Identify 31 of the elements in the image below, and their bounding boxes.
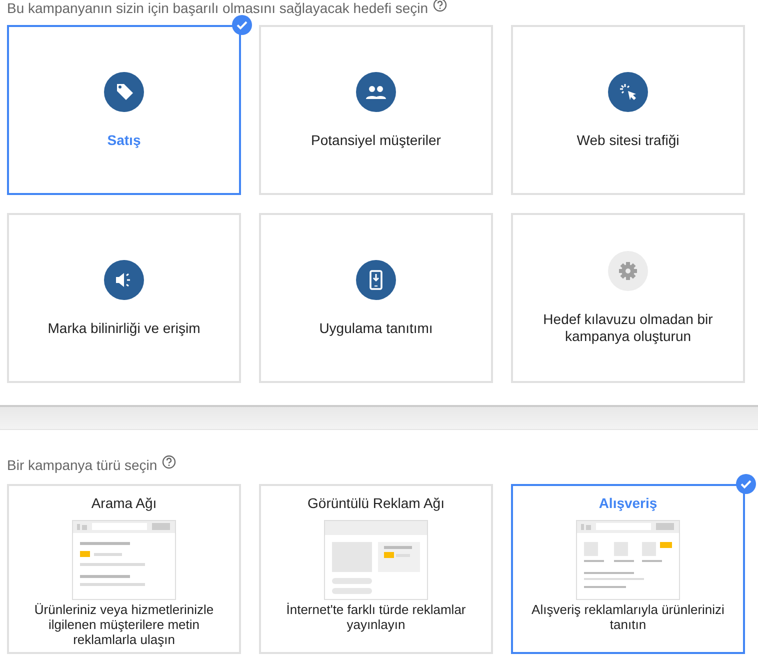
help-icon[interactable]	[433, 0, 447, 12]
goal-card[interactable]: Hedef kılavuzu olmadan bir kampanya oluşturun	[511, 213, 745, 383]
goal-card[interactable]: Uygulama tanıtımı	[259, 213, 493, 383]
megaphone-icon	[104, 260, 144, 300]
campaign-type-description: Ürünleriniz veya hizmetlerinizle ilgilenen müşterilere metin reklamlarla ulaşın	[33, 602, 215, 647]
cursor-click-icon	[608, 72, 648, 112]
goal-label: Marka bilinirliği ve erişim	[48, 320, 200, 336]
section-heading: Bu kampanyanın sizin için başarılı olmasını sağlayacak hedefi seçin	[7, 0, 428, 16]
help-icon[interactable]	[162, 455, 176, 469]
settings-icon	[608, 251, 648, 291]
campaign-type-description: İnternet'te farklı türde reklamlar yayınlayın	[285, 602, 467, 632]
goal-label: Uygulama tanıtımı	[319, 320, 433, 336]
section-heading: Bir kampanya türü seçin	[7, 457, 158, 473]
goal-label: Satış	[107, 132, 141, 148]
campaign-type-description: Alışveriş reklamlarıyla ürünlerinizi tanıtın	[530, 602, 726, 632]
goal-card[interactable]: Satış	[7, 25, 241, 195]
campaign-type-card[interactable]: Alışveriş Alışveriş reklamlarıyla ürünlerinizi tanıtın	[511, 484, 745, 654]
goal-label: Potansiyel müşteriler	[311, 132, 441, 148]
goal-card[interactable]: Marka bilinirliği ve erişim	[7, 213, 241, 383]
tag-icon	[104, 72, 144, 112]
goal-label: Web sitesi trafiği	[576, 132, 680, 148]
campaign-type-card[interactable]: Görüntülü Reklam Ağı İnternet'te farklı türde reklamlar yayınlayın	[259, 484, 493, 654]
phone-download-icon	[356, 260, 396, 300]
campaign-type-title: Alışveriş	[598, 494, 658, 512]
campaign-type-title: Arama Ağı	[91, 494, 157, 512]
people-icon	[356, 72, 396, 112]
goal-card[interactable]: Web sitesi trafiği	[511, 25, 745, 195]
campaign-type-title: Görüntülü Reklam Ağı	[308, 494, 444, 512]
goal-card[interactable]: Potansiyel müşteriler	[259, 25, 493, 195]
goal-label: Hedef kılavuzu olmadan bir kampanya oluşturun	[542, 311, 714, 345]
campaign-type-card[interactable]: Arama Ağı Ürünleriniz veya hizmetlerinizle ilgilenen müşterilere metin reklamlarla ulaşın	[7, 484, 241, 654]
